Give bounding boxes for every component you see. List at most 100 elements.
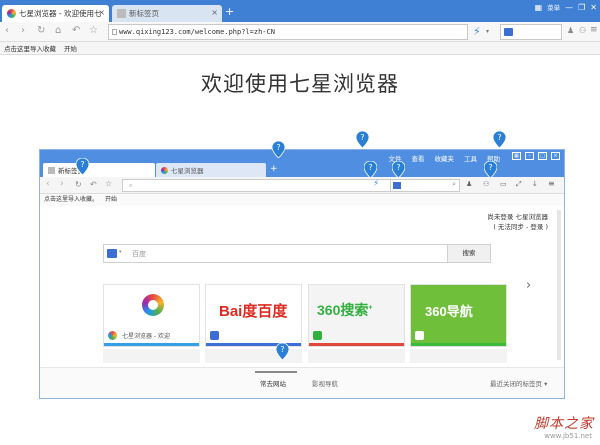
new-tab-button[interactable]: + xyxy=(225,6,234,17)
page-icon xyxy=(415,331,424,340)
menu-item: 收藏夹 xyxy=(434,155,455,163)
tab-title: 新标签页 xyxy=(129,9,159,18)
lightning-icon[interactable]: ⚡ xyxy=(473,25,481,38)
download-icon: ↓ xyxy=(532,180,538,188)
tab-bar: 七星浏览器 - 欢迎使用七 × 新标签页 × + ▦ 菜单 — ❐ ✕ xyxy=(0,0,600,22)
screenshot-search-box: ▾ 百度 搜索 xyxy=(103,244,491,263)
reload-icon[interactable]: ↻ xyxy=(37,25,45,37)
screenshot-tab: 七星浏览器 xyxy=(156,163,266,177)
page-title: 欢迎使用七星浏览器 xyxy=(201,72,399,96)
brand-text: 360导航 xyxy=(425,304,473,319)
page-icon xyxy=(112,29,117,35)
url-text: www.qixing123.com/welcome.php?l=zh-CN xyxy=(119,28,275,36)
star-icon: ☆ xyxy=(105,179,113,188)
star-icon[interactable]: ☆ xyxy=(89,25,98,37)
help-pin-icon[interactable]: ? xyxy=(356,131,369,148)
skin-icon: ▦ xyxy=(512,152,521,160)
browser-logo-icon xyxy=(161,166,168,174)
hamburger-icon[interactable]: ≡ xyxy=(590,25,598,35)
browser-logo-icon xyxy=(7,9,16,18)
menu-label[interactable]: 菜单 xyxy=(547,2,560,12)
baidu-icon xyxy=(107,249,117,258)
tile-accent xyxy=(104,343,199,346)
screenshot-footer: 常去网站 影视导航 最近关闭的标签页 ▾ xyxy=(40,367,564,398)
reload-icon: ↻ xyxy=(75,180,82,189)
baidu-icon xyxy=(393,182,401,189)
help-pin-icon[interactable]: ? xyxy=(272,141,285,158)
help-pin-icon[interactable]: ? xyxy=(364,161,377,178)
screenshot-address-bar: ‹ › ↻ ↶ ☆ ⌕ ⚡ ⌕ ♟ ⚇ ▭ ⤢ ↓ ≡ xyxy=(40,177,564,194)
speed-dial-tile: Bai度百度 xyxy=(205,284,302,347)
footer-tab: 影视导航 xyxy=(312,380,338,388)
360-search-icon xyxy=(313,331,322,340)
user-icon: ♟ xyxy=(466,180,473,188)
search-placeholder: 百度 xyxy=(132,250,146,258)
restore-icon: □ xyxy=(538,152,547,160)
bookmark-item: 点击这里导入收藏。 xyxy=(44,196,99,203)
help-pin-icon[interactable]: ? xyxy=(484,161,497,178)
close-icon[interactable]: × xyxy=(98,8,105,17)
svg-text:?: ? xyxy=(396,163,400,172)
screenshot-tab: 新标签页 xyxy=(43,163,155,177)
help-pin-icon[interactable]: ? xyxy=(276,343,289,360)
undo-icon[interactable]: ↶ xyxy=(72,25,80,37)
hamburger-icon: ≡ xyxy=(548,179,555,188)
screenshot-search-field: ⌕ xyxy=(390,179,460,192)
search-icon: ⌕ xyxy=(129,182,133,189)
url-input[interactable]: www.qixing123.com/welcome.php?l=zh-CN xyxy=(108,24,468,40)
login-line: 尚未登录 七星浏览器 xyxy=(487,213,548,221)
svg-text:?: ? xyxy=(80,160,84,169)
bookmark-import[interactable]: 点击这里导入收藏 xyxy=(4,43,56,53)
search-icon: ⌕ xyxy=(452,180,456,188)
sync-icon[interactable]: ⚇ xyxy=(579,26,586,35)
minimize-button[interactable]: — xyxy=(565,3,573,12)
back-icon: ‹ xyxy=(46,179,50,189)
tab-title: 七星浏览器 xyxy=(171,167,204,175)
tile-label: 七星浏览器 - 欢迎 xyxy=(122,333,170,340)
tile-accent xyxy=(309,343,404,346)
close-icon[interactable]: × xyxy=(211,8,218,17)
baidu-icon xyxy=(210,331,219,340)
tile-placeholder xyxy=(308,349,405,363)
baidu-logo: Bai度百度 xyxy=(219,300,287,321)
tile-accent xyxy=(411,343,506,346)
tab-welcome[interactable]: 七星浏览器 - 欢迎使用七 × xyxy=(2,5,109,22)
tile-placeholder xyxy=(103,349,200,363)
browser-logo-icon xyxy=(108,331,117,340)
svg-text:?: ? xyxy=(488,163,492,172)
forward-icon: › xyxy=(60,179,64,189)
brand-text: Bai度百度 xyxy=(219,303,288,320)
help-pin-icon[interactable]: ? xyxy=(392,161,405,178)
skin-icon[interactable]: ▦ xyxy=(535,3,543,12)
watermark-brand: 脚本之家 xyxy=(534,416,594,432)
speed-dial-tile: 360导航 xyxy=(410,284,507,347)
back-button[interactable]: ‹ xyxy=(5,25,9,37)
page-icon xyxy=(48,166,55,174)
recent-closed-tabs: 最近关闭的标签页 ▾ xyxy=(490,380,548,388)
help-pin-icon[interactable]: ? xyxy=(493,131,506,148)
home-icon[interactable]: ⌂ xyxy=(55,25,61,37)
brand-text: 360搜索 xyxy=(317,302,369,318)
footer-tab: 常去网站 xyxy=(260,380,286,388)
tab-title: 七星浏览器 - 欢迎使用七 xyxy=(19,9,102,18)
360-nav-logo: 360导航 xyxy=(425,301,473,320)
screenshot-bookmarks-bar: 点击这里导入收藏。 开始 xyxy=(40,194,564,206)
bookmark-start[interactable]: 开始 xyxy=(64,43,77,53)
search-input[interactable] xyxy=(500,24,562,40)
forward-button[interactable]: › xyxy=(21,25,25,37)
login-line: ( 无法同步 - 登录 ) xyxy=(493,223,548,231)
fullscreen-icon: ⤢ xyxy=(516,180,522,188)
restore-button[interactable]: ❐ xyxy=(578,3,585,12)
chevron-down-icon[interactable]: ▾ xyxy=(486,28,489,35)
watermark-url: www.jb51.net xyxy=(544,432,592,440)
browser-logo-icon xyxy=(142,294,164,316)
user-icon[interactable]: ♟ xyxy=(567,26,574,35)
login-status: 尚未登录 七星浏览器 ( 无法同步 - 登录 ) xyxy=(487,212,548,232)
bookmarks-bar: 点击这里导入收藏 开始 xyxy=(0,42,600,55)
close-window-button[interactable]: ✕ xyxy=(590,3,597,12)
tab-new[interactable]: 新标签页 × xyxy=(112,5,222,22)
recent-closed-label: 最近关闭的标签页 xyxy=(490,380,542,388)
svg-text:?: ? xyxy=(368,163,372,172)
speed-dial-tile: 七星浏览器 - 欢迎 xyxy=(103,284,200,347)
help-pin-icon[interactable]: ? xyxy=(76,158,89,175)
